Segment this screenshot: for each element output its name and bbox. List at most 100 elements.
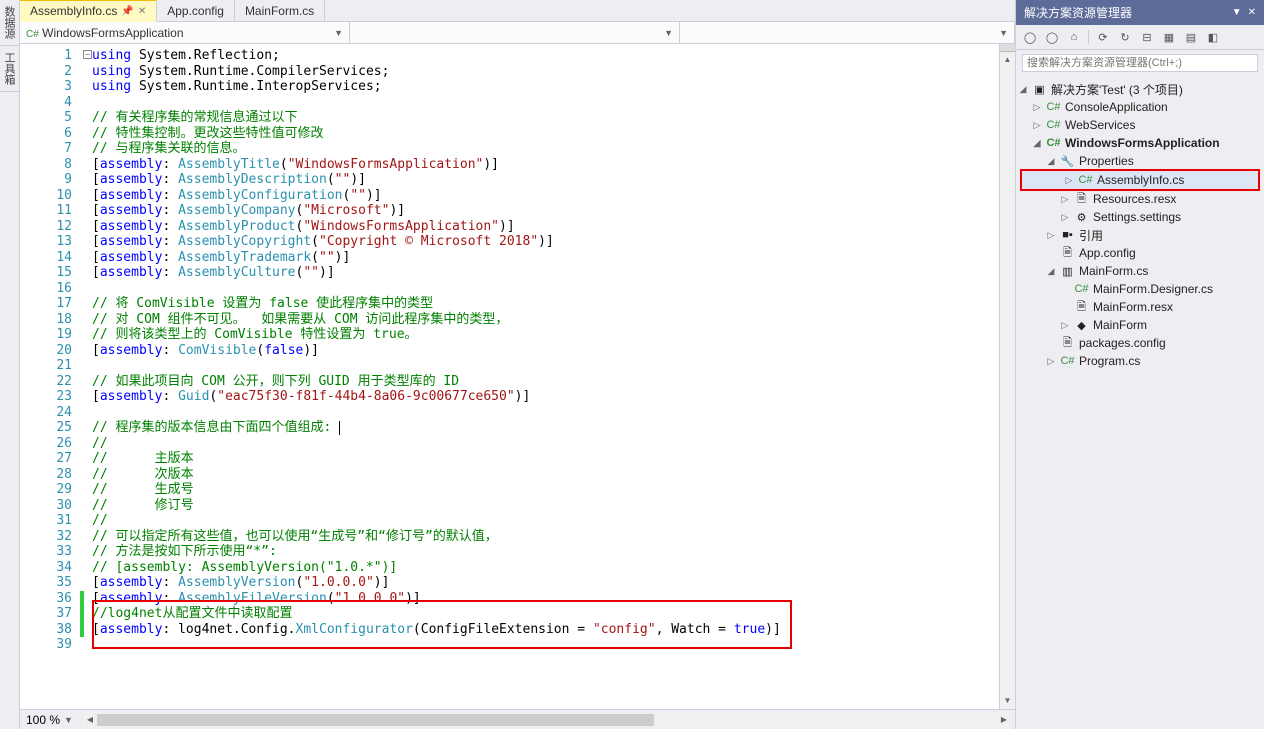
side-tab-toolbox[interactable]: 工具箱 — [0, 46, 19, 92]
member-dropdown[interactable]: ▼ — [680, 22, 1015, 43]
expand-icon[interactable]: ◢ — [1032, 138, 1042, 149]
solution-search[interactable] — [1022, 54, 1258, 72]
tree-node[interactable]: ▷🗎Resources.resx — [1018, 190, 1262, 208]
collapse-icon[interactable]: ⊟ — [1139, 29, 1155, 45]
expand-icon[interactable]: ◢ — [1046, 266, 1056, 277]
tree-node[interactable]: C#MainForm.Designer.cs — [1018, 280, 1262, 298]
tree-label: Resources.resx — [1093, 192, 1176, 206]
document-tabs: AssemblyInfo.cs 📌 ✕ App.config MainForm.… — [20, 0, 1015, 22]
scroll-up-icon[interactable]: ▲ — [1000, 52, 1015, 68]
scroll-left-icon[interactable]: ◀ — [83, 712, 97, 728]
solution-explorer-title[interactable]: 解决方案资源管理器 ▼ ✕ — [1016, 0, 1264, 25]
solution-tree[interactable]: ◢▣解决方案'Test' (3 个项目)▷C#ConsoleApplicatio… — [1016, 76, 1264, 729]
scroll-down-icon[interactable]: ▼ — [1000, 693, 1015, 709]
refresh-icon[interactable]: ↻ — [1117, 29, 1133, 45]
tree-node[interactable]: ▷ ⚙ Settings.settings — [1018, 208, 1262, 226]
vertical-scrollbar[interactable]: ▲ ▼ — [999, 44, 1015, 709]
show-all-icon[interactable]: ▦ — [1161, 29, 1177, 45]
tree-node[interactable]: ▷ C# AssemblyInfo.cs — [1022, 171, 1258, 189]
close-icon[interactable]: ✕ — [138, 6, 146, 17]
tree-node[interactable]: ▷ C# Program.cs — [1018, 352, 1262, 370]
editor-status-bar: 100 % ▼ ◀ ▶ — [20, 709, 1015, 729]
forward-icon[interactable]: ◯ — [1044, 29, 1060, 45]
expand-icon[interactable]: ▷ — [1032, 120, 1042, 131]
tab-appconfig[interactable]: App.config — [157, 0, 235, 21]
ref-icon: ■▪ — [1060, 229, 1075, 241]
expand-icon[interactable]: ▷ — [1032, 102, 1042, 113]
wrench-icon: 🔧 — [1060, 155, 1075, 168]
namespace-dropdown[interactable]: C# WindowsFormsApplication ▼ — [20, 22, 350, 43]
side-tab-well: 数据源 工具箱 — [0, 0, 20, 729]
tab-label: AssemblyInfo.cs — [30, 4, 117, 18]
back-icon[interactable]: ◯ — [1022, 29, 1038, 45]
scroll-right-icon[interactable]: ▶ — [997, 712, 1011, 728]
tree-node[interactable]: ▷C#WebServices — [1018, 116, 1262, 134]
tree-node[interactable]: ◢▣解决方案'Test' (3 个项目) — [1018, 80, 1262, 98]
dropdown-icon[interactable]: ▼ — [1232, 7, 1242, 18]
sync-icon[interactable]: ⟳ — [1095, 29, 1111, 45]
tab-label: App.config — [167, 4, 224, 18]
expand-icon[interactable]: ▷ — [1064, 175, 1074, 186]
chevron-down-icon: ▼ — [999, 28, 1008, 38]
highlight-annotation — [92, 600, 792, 650]
zoom-dropdown[interactable]: 100 % ▼ — [20, 713, 79, 727]
tree-node[interactable]: ◢ 🔧 Properties — [1018, 152, 1262, 170]
properties-icon[interactable]: ▤ — [1183, 29, 1199, 45]
cfg-icon: 🗎 — [1060, 334, 1075, 353]
tree-node[interactable]: ▷C#ConsoleApplication — [1018, 98, 1262, 116]
tree-label: App.config — [1079, 246, 1136, 260]
tree-label: Properties — [1079, 154, 1134, 168]
expand-icon[interactable]: ▷ — [1046, 356, 1056, 367]
tree-label: 引用 — [1079, 227, 1103, 244]
tree-label: MainForm — [1093, 318, 1147, 332]
line-number-gutter: 1234567891011121314151617181920212223242… — [20, 44, 80, 709]
tree-node[interactable]: 🗎MainForm.resx — [1018, 298, 1262, 316]
cs-icon: C# — [1074, 283, 1089, 295]
tree-node[interactable]: 🗎App.config — [1018, 244, 1262, 262]
tree-node[interactable]: ▷ ◆ MainForm — [1018, 316, 1262, 334]
split-handle[interactable] — [1000, 44, 1015, 52]
gear-icon: ⚙ — [1074, 211, 1089, 224]
editor-pane: AssemblyInfo.cs 📌 ✕ App.config MainForm.… — [20, 0, 1015, 729]
cs-icon: C# — [1060, 355, 1075, 367]
expand-icon[interactable]: ◢ — [1018, 84, 1028, 95]
tree-label: AssemblyInfo.cs — [1097, 173, 1184, 187]
code-editor[interactable]: 1234567891011121314151617181920212223242… — [20, 44, 1015, 709]
chevron-down-icon: ▼ — [334, 28, 343, 38]
preview-icon[interactable]: ◧ — [1205, 29, 1221, 45]
tree-node[interactable]: ◢C#WindowsFormsApplication — [1018, 134, 1262, 152]
outline-margin[interactable]: − — [80, 44, 92, 709]
tab-mainform[interactable]: MainForm.cs — [235, 0, 325, 21]
navigation-bar: C# WindowsFormsApplication ▼ ▼ ▼ — [20, 22, 1015, 44]
tree-label: 解决方案'Test' (3 个项目) — [1051, 81, 1183, 98]
search-input[interactable] — [1022, 54, 1258, 72]
expand-icon[interactable]: ◢ — [1046, 156, 1056, 167]
scroll-thumb[interactable] — [97, 714, 654, 726]
tree-node[interactable]: ▷ ■▪ 引用 — [1018, 226, 1262, 244]
expand-icon[interactable]: ▷ — [1060, 194, 1070, 205]
class-icon: ◆ — [1074, 319, 1089, 332]
tree-node[interactable]: ◢▥MainForm.cs — [1018, 262, 1262, 280]
tree-label: Program.cs — [1079, 354, 1140, 368]
tab-label: MainForm.cs — [245, 4, 314, 18]
expand-icon[interactable]: ▷ — [1046, 230, 1056, 241]
class-dropdown[interactable]: ▼ — [350, 22, 680, 43]
outline-collapse-icon[interactable]: − — [83, 50, 92, 59]
tree-node[interactable]: 🗎 packages.config — [1018, 334, 1262, 352]
tree-label: MainForm.cs — [1079, 264, 1148, 278]
tree-label: packages.config — [1079, 336, 1166, 350]
side-tab-datasource[interactable]: 数据源 — [0, 0, 19, 46]
close-icon[interactable]: ✕ — [1248, 7, 1256, 18]
expand-icon[interactable]: ▷ — [1060, 320, 1070, 331]
horizontal-scrollbar[interactable]: ◀ ▶ — [83, 712, 1011, 728]
home-icon[interactable]: ⌂ — [1066, 29, 1082, 45]
csproj-icon: C# — [1046, 137, 1061, 149]
expand-icon[interactable]: ▷ — [1060, 212, 1070, 223]
csproj-icon: C# — [1046, 101, 1061, 113]
zoom-label: 100 % — [26, 713, 60, 727]
tree-label: Settings.settings — [1093, 210, 1181, 224]
tab-assemblyinfo[interactable]: AssemblyInfo.cs 📌 ✕ — [20, 0, 157, 22]
pin-icon[interactable]: 📌 — [121, 6, 133, 17]
cs-icon: C# — [1078, 174, 1093, 186]
panel-title: 解决方案资源管理器 — [1024, 4, 1132, 21]
